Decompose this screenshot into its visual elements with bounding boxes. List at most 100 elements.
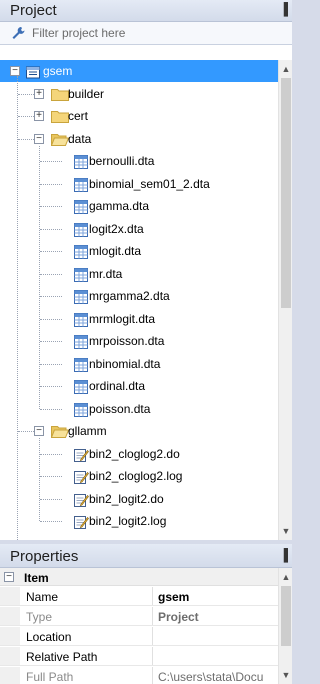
tree-item-label: bin2_cloglog2.do bbox=[89, 446, 180, 461]
collapse-toggle[interactable]: − bbox=[34, 133, 44, 144]
property-divider bbox=[152, 587, 153, 605]
folder-icon bbox=[51, 88, 69, 101]
collapse-toggle[interactable]: − bbox=[4, 572, 14, 582]
pin-icon[interactable]: ▐ bbox=[279, 2, 288, 16]
tree-guide-line bbox=[40, 318, 62, 320]
property-row-name[interactable]: Name gsem bbox=[0, 587, 278, 606]
log-file-icon bbox=[73, 469, 89, 485]
tree-guide-line bbox=[18, 116, 34, 117]
property-name: Name bbox=[26, 590, 59, 604]
scroll-thumb[interactable] bbox=[281, 78, 291, 308]
data-file-icon bbox=[73, 312, 89, 328]
properties-panel-title: Properties bbox=[10, 548, 79, 565]
property-group-label: Item bbox=[24, 571, 49, 585]
tree-item-label: data bbox=[68, 131, 92, 146]
data-file-icon bbox=[73, 154, 89, 170]
property-row-relative-path[interactable]: Relative Path bbox=[0, 647, 278, 666]
property-gutter bbox=[0, 587, 20, 605]
tree-folder-cert[interactable]: + cert bbox=[0, 105, 278, 127]
data-file-icon bbox=[73, 267, 89, 283]
property-divider bbox=[152, 627, 153, 645]
tree-item-label: ordinal.dta bbox=[89, 379, 146, 393]
tree-folder-gllamm[interactable]: − gllamm bbox=[0, 420, 278, 442]
do-file-icon bbox=[73, 447, 89, 463]
properties-grid[interactable]: − Item Name gsem Type Project Location Relative… bbox=[0, 568, 292, 684]
data-file-icon bbox=[73, 357, 89, 373]
property-row-location[interactable]: Location bbox=[0, 627, 278, 646]
data-file-icon bbox=[73, 289, 89, 305]
tree-guide-line bbox=[40, 228, 62, 230]
scroll-up-arrow[interactable]: ▲ bbox=[279, 62, 292, 76]
properties-scrollbar[interactable]: ▲ ▼ bbox=[278, 568, 292, 684]
tree-item-label: bin2_logit2.do bbox=[89, 491, 164, 506]
property-value[interactable]: Project bbox=[158, 610, 278, 624]
tree-guide-line bbox=[40, 521, 62, 522]
tree-item-label: bin2_cloglog2.log bbox=[89, 469, 183, 483]
scroll-thumb[interactable] bbox=[281, 586, 291, 646]
tree-item-label: bin2_logit2.log bbox=[89, 514, 167, 528]
tree-item-label: poisson.dta bbox=[89, 401, 151, 416]
tree-folder-data[interactable]: − data bbox=[0, 128, 278, 150]
expand-toggle[interactable]: + bbox=[34, 111, 44, 121]
data-file-icon bbox=[73, 244, 89, 260]
tree-item-label: gsem bbox=[43, 64, 73, 78]
expand-toggle[interactable]: + bbox=[34, 88, 44, 99]
scroll-down-arrow[interactable]: ▼ bbox=[279, 668, 292, 682]
property-row-type[interactable]: Type Project bbox=[0, 607, 278, 626]
tree-guide-line bbox=[40, 498, 62, 500]
tree-item-label: mlogit.dta bbox=[89, 244, 142, 258]
property-name: Type bbox=[26, 610, 53, 624]
property-name: Full Path bbox=[26, 670, 74, 684]
property-value[interactable]: gsem bbox=[158, 590, 278, 604]
project-tree[interactable]: − gsem + builder + cert − data bernoulli.dta bino… bbox=[0, 45, 292, 540]
property-gutter bbox=[0, 627, 20, 645]
tree-guide-line bbox=[17, 76, 18, 540]
property-name: Location bbox=[26, 630, 72, 644]
tree-item-label: gllamm bbox=[68, 424, 107, 438]
scroll-down-arrow[interactable]: ▼ bbox=[279, 524, 292, 538]
tree-item-label: mrpoisson.dta bbox=[89, 334, 165, 348]
tree-guide-line bbox=[18, 431, 34, 432]
collapse-toggle[interactable]: − bbox=[34, 426, 44, 436]
data-file-icon bbox=[73, 177, 89, 193]
tree-item-label: mrgamma2.dta bbox=[89, 289, 170, 303]
property-gutter bbox=[0, 667, 20, 684]
tree-scrollbar[interactable]: ▲ ▼ bbox=[278, 60, 292, 540]
tree-item-label: binomial_sem01_2.dta bbox=[89, 176, 210, 191]
tree-item-label: bernoulli.dta bbox=[89, 154, 155, 168]
tree-guide-line bbox=[40, 341, 62, 342]
tree-item-label: gamma.dta bbox=[89, 199, 150, 213]
property-group-item[interactable]: − Item bbox=[0, 568, 278, 586]
tree-guide-line bbox=[40, 161, 62, 162]
folder-icon bbox=[51, 110, 69, 123]
property-name: Relative Path bbox=[26, 650, 98, 664]
property-row-full-path[interactable]: Full Path C:\users\stata\Docu bbox=[0, 667, 278, 684]
filter-placeholder: Filter project here bbox=[32, 26, 126, 40]
properties-panel-header: Properties ▐ bbox=[0, 544, 292, 568]
tree-guide-line bbox=[40, 408, 62, 410]
property-value[interactable]: C:\users\stata\Docu bbox=[158, 670, 278, 684]
tree-item-root[interactable]: − gsem bbox=[0, 60, 278, 82]
tree-guide-line bbox=[39, 145, 40, 409]
tree-item-label: builder bbox=[68, 86, 105, 101]
tree-guide-line bbox=[40, 183, 62, 185]
scroll-up-arrow[interactable]: ▲ bbox=[279, 570, 292, 584]
tree-guide-line bbox=[40, 296, 62, 297]
project-panel-title: Project bbox=[10, 2, 57, 19]
data-file-icon bbox=[73, 402, 89, 418]
data-file-icon bbox=[73, 222, 89, 238]
tree-item-label: mr.dta bbox=[89, 266, 123, 281]
filter-project-input[interactable]: Filter project here bbox=[0, 22, 292, 45]
log-file-icon bbox=[73, 514, 89, 530]
tree-item-label: mrmlogit.dta bbox=[89, 311, 156, 326]
tree-guide-line bbox=[40, 251, 62, 252]
tree-guide-line bbox=[40, 206, 62, 207]
collapse-toggle[interactable]: − bbox=[10, 66, 20, 76]
tree-guide-line bbox=[18, 93, 34, 95]
folder-icon bbox=[50, 425, 70, 438]
tree-folder-builder[interactable]: + builder bbox=[0, 83, 278, 105]
pin-icon[interactable]: ▐ bbox=[279, 548, 288, 562]
property-gutter bbox=[0, 647, 20, 665]
tree-guide-line bbox=[18, 138, 34, 140]
property-divider bbox=[152, 667, 153, 684]
